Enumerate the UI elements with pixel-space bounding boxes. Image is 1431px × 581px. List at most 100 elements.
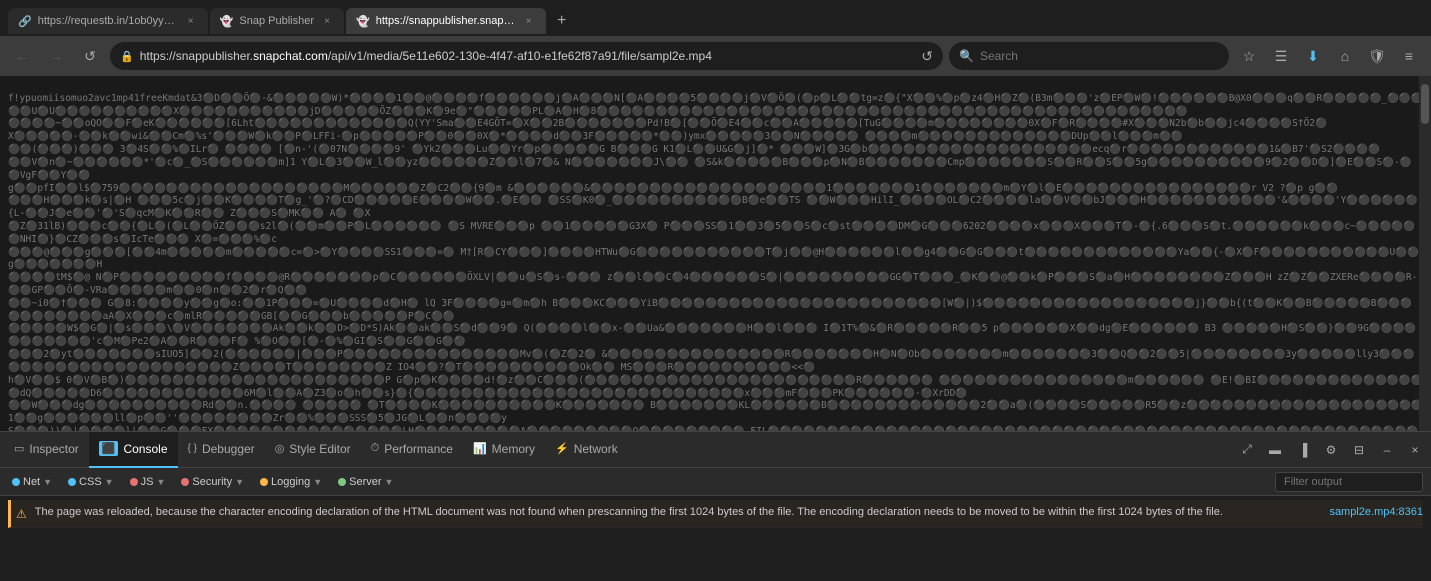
address-bar[interactable]: 🔒 https://snappublisher.snapchat.com/api…: [110, 42, 943, 70]
filter-logging-button[interactable]: Logging ▼: [256, 474, 326, 490]
tab-bar: 🔗 https://requestb.in/1ob0yy91?... × 👻 S…: [0, 0, 1431, 36]
address-reload-icon[interactable]: ↺: [921, 48, 933, 65]
devtools-minimize-button[interactable]: –: [1375, 438, 1399, 462]
menu-button[interactable]: ≡: [1395, 42, 1423, 70]
new-tab-button[interactable]: +: [548, 7, 576, 35]
logging-arrow: ▼: [313, 477, 322, 487]
console-icon: ⬛: [99, 441, 119, 456]
bookmark-button[interactable]: ☆: [1235, 42, 1263, 70]
tab1-title: https://requestb.in/1ob0yy91?...: [38, 15, 178, 27]
filter-output-input[interactable]: [1284, 476, 1414, 488]
nav-icons: ☆ ☰ ⬇ ⌂ 🛡 ≡: [1235, 42, 1423, 70]
js-label: JS: [141, 476, 154, 488]
devtools-toolbar-right: ⤢ ▬ ▐ ⚙ ⊟ – ×: [1235, 438, 1427, 462]
css-arrow: ▼: [105, 477, 114, 487]
tab-debugger[interactable]: { } Debugger: [178, 432, 265, 468]
security-arrow: ▼: [235, 477, 244, 487]
filter-output-container[interactable]: [1275, 472, 1423, 492]
devtools-tab-bar: ▭ Inspector ⬛ Console { } Debugger ◎ Sty…: [0, 432, 1431, 468]
css-label: CSS: [79, 476, 102, 488]
console-message-1: ⚠ The page was reloaded, because the cha…: [8, 500, 1423, 528]
inspector-icon: ▭: [14, 442, 24, 455]
console-message-source[interactable]: sampl2e.mp4:8361: [1329, 504, 1423, 521]
console-label: Console: [123, 442, 167, 456]
nav-bar: ← → ↺ 🔒 https://snappublisher.snapchat.c…: [0, 36, 1431, 76]
filter-css-button[interactable]: CSS ▼: [64, 474, 118, 490]
reload-icon: ↺: [84, 48, 96, 65]
server-dot: [338, 478, 346, 486]
network-icon: ⚡: [555, 442, 569, 455]
browser-chrome: 🔗 https://requestb.in/1ob0yy91?... × 👻 S…: [0, 0, 1431, 76]
debugger-label: Debugger: [202, 442, 255, 456]
devtools-dock-bottom-button[interactable]: ▬: [1263, 438, 1287, 462]
security-dot: [181, 478, 189, 486]
js-arrow: ▼: [156, 477, 165, 487]
memory-label: Memory: [492, 442, 535, 456]
reload-button[interactable]: ↺: [76, 42, 104, 70]
search-bar[interactable]: 🔍: [949, 42, 1229, 70]
tab2-title: Snap Publisher: [239, 15, 314, 27]
logging-label: Logging: [271, 476, 310, 488]
tab1-favicon: 🔗: [18, 15, 32, 28]
devtools-dock-right-button[interactable]: ▐: [1291, 438, 1315, 462]
tab3-favicon: 👻: [356, 15, 370, 28]
home-button[interactable]: ⌂: [1331, 42, 1359, 70]
reader-view-button[interactable]: ☰: [1267, 42, 1295, 70]
style-editor-icon: ◎: [275, 442, 285, 455]
devtools-settings-button[interactable]: ⚙: [1319, 438, 1343, 462]
tab1-close[interactable]: ×: [184, 14, 198, 28]
address-protocol: https://snappublisher.: [140, 49, 253, 63]
filter-server-button[interactable]: Server ▼: [334, 474, 397, 490]
download-button[interactable]: ⬇: [1299, 42, 1327, 70]
shield-button[interactable]: 🛡: [1363, 42, 1391, 70]
browser-tab-2[interactable]: 👻 Snap Publisher ×: [210, 8, 344, 34]
search-icon: 🔍: [959, 49, 974, 63]
tab-style-editor[interactable]: ◎ Style Editor: [265, 432, 361, 468]
warning-icon: ⚠: [16, 505, 27, 523]
tab2-close[interactable]: ×: [320, 14, 334, 28]
js-dot: [130, 478, 138, 486]
net-label: Net: [23, 476, 40, 488]
performance-label: Performance: [384, 442, 453, 456]
filter-net-button[interactable]: Net ▼: [8, 474, 56, 490]
net-arrow: ▼: [43, 477, 52, 487]
tab-console[interactable]: ⬛ Console: [89, 432, 178, 468]
forward-button[interactable]: →: [42, 42, 70, 70]
binary-content-area: f!ypuomiisomuo2avc1mp41freeKmdat&3⚫D⚫⚫Ö⚫…: [0, 76, 1431, 431]
server-arrow: ▼: [385, 477, 394, 487]
tab-memory[interactable]: 📊 Memory: [463, 432, 545, 468]
address-text: https://snappublisher.snapchat.com/api/v…: [140, 49, 916, 63]
address-domain: snapchat.com: [253, 49, 328, 63]
filter-security-button[interactable]: Security ▼: [177, 474, 248, 490]
scrollbar[interactable]: [1419, 76, 1431, 431]
performance-icon: ⏱: [371, 442, 380, 455]
devtools-split-button[interactable]: ⊟: [1347, 438, 1371, 462]
lock-icon: 🔒: [120, 50, 134, 63]
tab-network[interactable]: ⚡ Network: [545, 432, 628, 468]
devtools-expand-button[interactable]: ⤢: [1235, 438, 1259, 462]
devtools-panel: ▭ Inspector ⬛ Console { } Debugger ◎ Sty…: [0, 431, 1431, 581]
back-button[interactable]: ←: [8, 42, 36, 70]
logging-dot: [260, 478, 268, 486]
tab-performance[interactable]: ⏱ Performance: [361, 432, 463, 468]
forward-icon: →: [49, 48, 63, 64]
tab3-close[interactable]: ×: [522, 14, 536, 28]
console-message-text: The page was reloaded, because the chara…: [35, 504, 1322, 521]
search-input[interactable]: [980, 49, 1219, 63]
back-icon: ←: [15, 48, 29, 64]
security-label: Security: [192, 476, 232, 488]
console-messages-area: ⚠ The page was reloaded, because the cha…: [0, 496, 1431, 581]
network-label: Network: [574, 442, 618, 456]
css-dot: [68, 478, 76, 486]
scrollbar-thumb[interactable]: [1421, 84, 1429, 124]
style-editor-label: Style Editor: [289, 442, 350, 456]
filter-js-button[interactable]: JS ▼: [126, 474, 170, 490]
tab3-title: https://snappublisher.snapchat...: [376, 15, 516, 27]
devtools-close-button[interactable]: ×: [1403, 438, 1427, 462]
tab2-favicon: 👻: [220, 15, 234, 28]
console-filter-bar: Net ▼ CSS ▼ JS ▼ Security ▼ Logging ▼ Se…: [0, 468, 1431, 496]
browser-tab-1[interactable]: 🔗 https://requestb.in/1ob0yy91?... ×: [8, 8, 208, 34]
tab-inspector[interactable]: ▭ Inspector: [4, 432, 89, 468]
browser-tab-3[interactable]: 👻 https://snappublisher.snapchat... ×: [346, 8, 546, 34]
address-path: /api/v1/media/5e11e602-130e-4f47-af10-e1…: [328, 49, 712, 63]
